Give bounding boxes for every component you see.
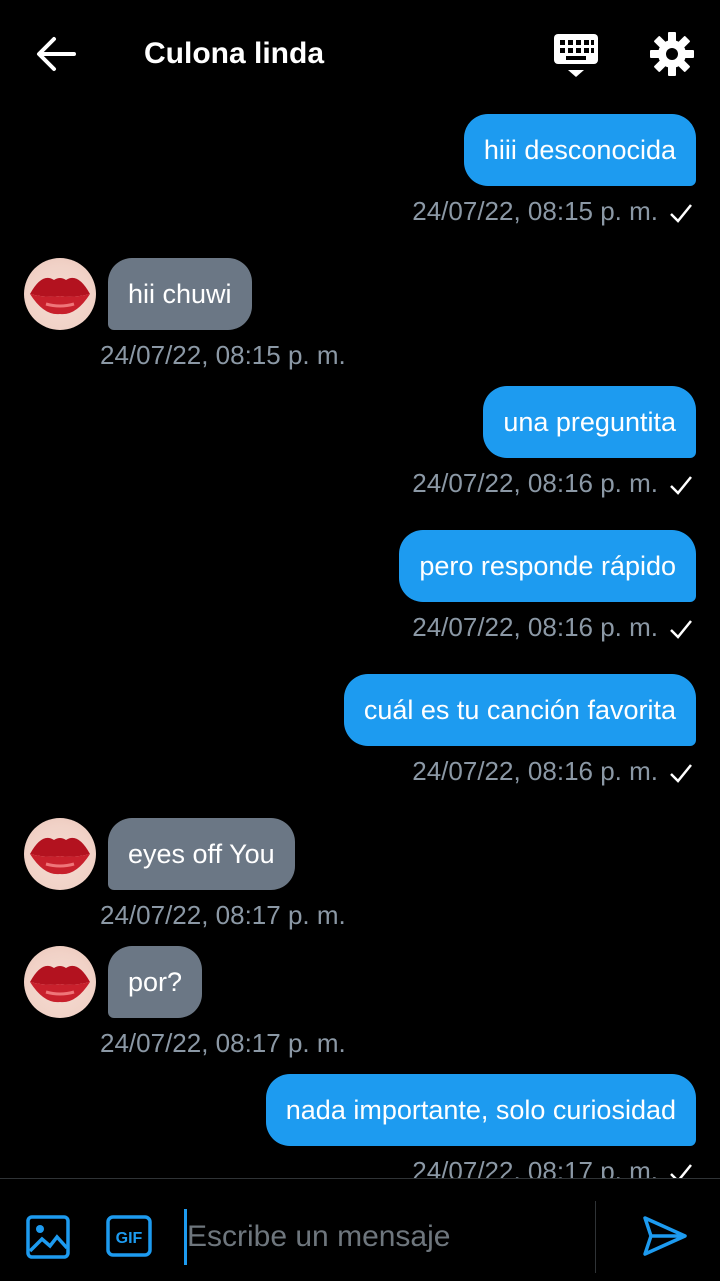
message-bubble[interactable]: eyes off You (108, 818, 295, 890)
lips-avatar-icon (30, 965, 90, 1003)
contact-avatar[interactable] (24, 258, 96, 330)
message-timestamp: 24/07/22, 08:17 p. m. (100, 900, 346, 930)
message-timestamp: 24/07/22, 08:15 p. m. (412, 196, 658, 226)
message-outgoing: hiii desconocida 24/07/22, 08:15 p. m. (0, 114, 720, 234)
message-outgoing: pero responde rápido 24/07/22, 08:16 p. … (0, 530, 720, 650)
message-timestamp: 24/07/22, 08:16 p. m. (412, 756, 658, 786)
message-bubble[interactable]: hii chuwi (108, 258, 252, 330)
sent-check-icon (670, 204, 692, 223)
message-incoming: eyes off You 24/07/22, 08:17 p. m. (0, 818, 720, 938)
keyboard-icon[interactable] (552, 30, 600, 80)
message-bubble[interactable]: cuál es tu canción favorita (343, 674, 696, 746)
message-input[interactable]: Escribe un mensaje (184, 1209, 587, 1265)
contact-avatar[interactable] (24, 946, 96, 1018)
lips-avatar-icon (30, 277, 90, 315)
message-timestamp: 24/07/22, 08:15 p. m. (100, 340, 346, 370)
message-bubble[interactable]: hiii desconocida (463, 114, 696, 186)
back-arrow-icon[interactable] (34, 34, 78, 74)
sent-check-icon (670, 764, 692, 783)
message-bubble[interactable]: pero responde rápido (399, 530, 696, 602)
message-outgoing: nada importante, solo curiosidad 24/07/2… (0, 1074, 720, 1178)
message-bubble[interactable]: nada importante, solo curiosidad (265, 1074, 696, 1146)
composer-divider (595, 1201, 596, 1273)
sent-check-icon (670, 1164, 692, 1178)
message-bubble[interactable]: una preguntita (483, 386, 696, 458)
message-bubble[interactable]: por? (108, 946, 203, 1018)
message-outgoing: una preguntita 24/07/22, 08:16 p. m. (0, 386, 720, 506)
message-timestamp: 24/07/22, 08:17 p. m. (100, 1028, 346, 1058)
top-bar: Culona linda (0, 0, 720, 108)
contact-avatar[interactable] (24, 818, 96, 890)
message-timestamp: 24/07/22, 08:16 p. m. (412, 468, 658, 498)
message-list[interactable]: hiii desconocida 24/07/22, 08:15 p. m. h… (0, 108, 720, 1178)
conversation-title[interactable]: Culona linda (144, 36, 324, 72)
message-timestamp: 24/07/22, 08:17 p. m. (412, 1156, 658, 1178)
message-incoming: por? 24/07/22, 08:17 p. m. (0, 946, 720, 1066)
gif-icon[interactable]: GIF (106, 1215, 152, 1257)
gif-label: GIF (116, 1230, 143, 1247)
message-incoming: hii chuwi 24/07/22, 08:15 p. m. (0, 258, 720, 378)
image-icon[interactable] (26, 1215, 70, 1259)
message-timestamp: 24/07/22, 08:16 p. m. (412, 612, 658, 642)
settings-gear-icon[interactable] (648, 30, 696, 78)
lips-avatar-icon (30, 837, 90, 875)
sent-check-icon (670, 476, 692, 495)
sent-check-icon (670, 620, 692, 639)
message-outgoing: cuál es tu canción favorita 24/07/22, 08… (0, 674, 720, 794)
message-composer: GIF Escribe un mensaje (0, 1178, 720, 1281)
send-icon[interactable] (642, 1215, 688, 1257)
